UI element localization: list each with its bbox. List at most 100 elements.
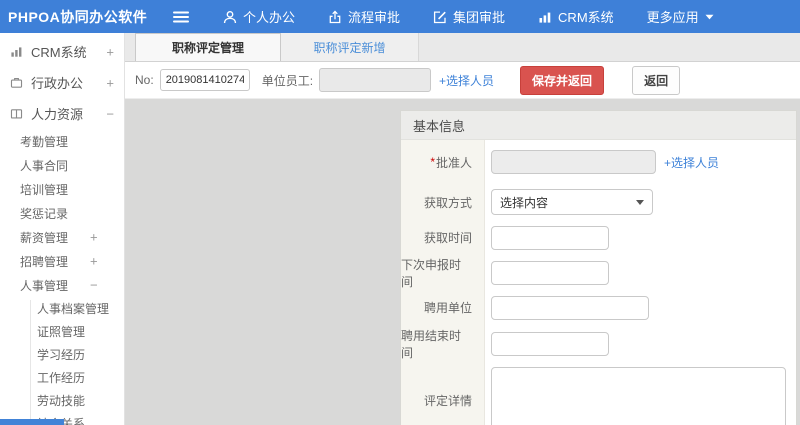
send-icon bbox=[328, 9, 342, 24]
form-panel: 基本信息 * 批准人 +选择人员 获取方式 选择内容 获取时间 下次申报时间 聘… bbox=[400, 110, 797, 425]
bar-chart-icon bbox=[10, 45, 23, 58]
back-button[interactable]: 返回 bbox=[632, 65, 681, 95]
edit-icon bbox=[433, 10, 447, 24]
sidebar-item-label: CRM系统 bbox=[31, 45, 87, 60]
sidebar-footer-partial bbox=[0, 419, 64, 425]
sidebar-item-label: 培训管理 bbox=[20, 182, 69, 197]
employee-label: 单位员工: bbox=[261, 73, 314, 88]
select-person-link[interactable]: +选择人员 bbox=[439, 72, 494, 89]
book-icon bbox=[10, 107, 23, 120]
bar-chart-icon bbox=[538, 10, 552, 24]
tab-bar: 职称评定管理 职称评定新增 bbox=[125, 33, 800, 62]
form-row-acquire-method: 获取方式 选择内容 bbox=[401, 184, 796, 220]
no-label: No: bbox=[135, 73, 154, 87]
sidebar-item-label: 工作经历 bbox=[37, 371, 86, 385]
sidebar-item-label: 招聘管理 bbox=[20, 254, 69, 269]
nav-personal-office[interactable]: 个人办公 bbox=[223, 7, 295, 26]
field-label: 下次申报时间 bbox=[401, 255, 485, 290]
employee-input[interactable] bbox=[319, 68, 432, 92]
field-label: 聘用结束时间 bbox=[401, 325, 485, 362]
sidebar-item-label: 证照管理 bbox=[37, 325, 86, 339]
sidebar-item-recruit[interactable]: 招聘管理 + bbox=[0, 249, 124, 273]
tab-title-eval-new[interactable]: 职称评定新增 bbox=[281, 33, 419, 61]
caret-down-icon bbox=[636, 199, 644, 205]
sidebar-item-hr[interactable]: 人力资源 − bbox=[0, 98, 124, 129]
main-area: 职称评定管理 职称评定新增 No: 单位员工: +选择人员 保存并返回 返回 基… bbox=[125, 33, 800, 425]
nav-label: 更多应用 bbox=[646, 10, 699, 25]
select-person-link[interactable]: +选择人员 bbox=[664, 154, 719, 171]
sidebar-item-label: 行政办公 bbox=[31, 76, 84, 91]
hamburger-menu-icon[interactable] bbox=[172, 10, 190, 24]
required-marker: * bbox=[430, 155, 435, 169]
expand-icon[interactable]: − bbox=[106, 106, 114, 121]
sidebar-item-training[interactable]: 培训管理 bbox=[0, 177, 124, 201]
expand-icon[interactable]: + bbox=[90, 254, 98, 269]
field-label: * 批准人 bbox=[401, 140, 485, 184]
sidebar-item-personnel-files[interactable]: 人事档案管理 bbox=[0, 297, 124, 320]
section-title: 基本信息 bbox=[401, 111, 796, 140]
content-area: 基本信息 * 批准人 +选择人员 获取方式 选择内容 获取时间 下次申报时间 聘… bbox=[125, 99, 800, 425]
sidebar-item-work-history[interactable]: 工作经历 bbox=[0, 366, 124, 389]
sidebar-item-labor-skills[interactable]: 劳动技能 bbox=[0, 389, 124, 412]
top-navigation: 个人办公 流程审批 集团审批 CRM系统 更多应用 bbox=[190, 7, 714, 26]
field-label: 评定详情 bbox=[401, 362, 485, 425]
app-window: PHPOA协同办公软件 个人办公 流程审批 集团审批 CRM系统 更多应用 CR… bbox=[0, 0, 800, 425]
sidebar-item-label: 人事管理 bbox=[20, 278, 69, 293]
sidebar-item-label: 人事合同 bbox=[20, 158, 69, 173]
briefcase-icon bbox=[10, 76, 23, 89]
sidebar-item-label: 学习经历 bbox=[37, 348, 86, 362]
sidebar-item-attendance[interactable]: 考勤管理 bbox=[0, 129, 124, 153]
sidebar-item-certificates[interactable]: 证照管理 bbox=[0, 320, 124, 343]
sidebar-item-label: 考勤管理 bbox=[20, 134, 69, 149]
nav-group-approval[interactable]: 集团审批 bbox=[433, 7, 505, 26]
expand-icon[interactable]: + bbox=[106, 44, 114, 59]
expand-icon[interactable]: + bbox=[106, 75, 114, 90]
sidebar-item-label: 薪资管理 bbox=[20, 230, 69, 245]
sidebar-item-rewards[interactable]: 奖惩记录 bbox=[0, 201, 124, 225]
form-row-eval-detail: 评定详情 bbox=[401, 362, 796, 425]
topbar: PHPOA协同办公软件 个人办公 流程审批 集团审批 CRM系统 更多应用 bbox=[0, 0, 800, 33]
nav-crm-system[interactable]: CRM系统 bbox=[538, 7, 614, 26]
expand-icon[interactable]: + bbox=[90, 230, 98, 245]
sidebar-item-salary[interactable]: 薪资管理 + bbox=[0, 225, 124, 249]
field-label: 聘用单位 bbox=[401, 290, 485, 325]
sidebar: CRM系统 + 行政办公 + 人力资源 − 考勤管理 人事合同 培训管理 奖惩记… bbox=[0, 33, 125, 425]
sidebar-item-label: 人事档案管理 bbox=[37, 302, 110, 316]
select-value: 选择内容 bbox=[500, 195, 549, 210]
tab-title-eval-management[interactable]: 职称评定管理 bbox=[135, 33, 281, 61]
form-row-employ-end-time: 聘用结束时间 bbox=[401, 325, 796, 362]
save-and-return-button[interactable]: 保存并返回 bbox=[520, 65, 605, 95]
form-row-acquire-time: 获取时间 bbox=[401, 220, 796, 255]
approver-input[interactable] bbox=[491, 150, 656, 174]
nav-label: 个人办公 bbox=[243, 10, 296, 25]
form-row-approver: * 批准人 +选择人员 bbox=[401, 140, 796, 184]
sidebar-item-education[interactable]: 学习经历 bbox=[0, 343, 124, 366]
nav-more-apps[interactable]: 更多应用 bbox=[647, 7, 714, 26]
nav-label: CRM系统 bbox=[558, 10, 614, 25]
sidebar-item-crm[interactable]: CRM系统 + bbox=[0, 36, 124, 67]
employ-end-time-input[interactable] bbox=[491, 331, 609, 356]
field-label: 获取方式 bbox=[401, 184, 485, 220]
toolbar: No: 单位员工: +选择人员 保存并返回 返回 bbox=[125, 62, 800, 99]
sidebar-item-admin-office[interactable]: 行政办公 + bbox=[0, 67, 124, 98]
next-apply-time-input[interactable] bbox=[491, 260, 609, 285]
sidebar-item-personnel[interactable]: 人事管理 − bbox=[0, 273, 124, 297]
form-row-employ-unit: 聘用单位 bbox=[401, 290, 796, 325]
sidebar-item-label: 人力资源 bbox=[31, 107, 84, 122]
sidebar-item-label: 劳动技能 bbox=[37, 394, 86, 408]
nav-label: 流程审批 bbox=[348, 10, 401, 25]
sidebar-item-hr-contract[interactable]: 人事合同 bbox=[0, 153, 124, 177]
acquire-method-select[interactable]: 选择内容 bbox=[491, 189, 653, 215]
eval-detail-textarea[interactable] bbox=[491, 367, 786, 425]
user-icon bbox=[223, 10, 237, 24]
caret-down-icon bbox=[705, 14, 714, 20]
field-label: 获取时间 bbox=[401, 220, 485, 255]
sidebar-item-label: 奖惩记录 bbox=[20, 206, 69, 221]
employ-unit-input[interactable] bbox=[491, 295, 649, 320]
acquire-time-input[interactable] bbox=[491, 225, 609, 250]
no-input[interactable] bbox=[159, 69, 250, 91]
nav-process-approval[interactable]: 流程审批 bbox=[328, 7, 400, 26]
nav-label: 集团审批 bbox=[453, 10, 506, 25]
expand-icon[interactable]: − bbox=[90, 278, 98, 293]
app-logo: PHPOA协同办公软件 bbox=[8, 8, 148, 25]
